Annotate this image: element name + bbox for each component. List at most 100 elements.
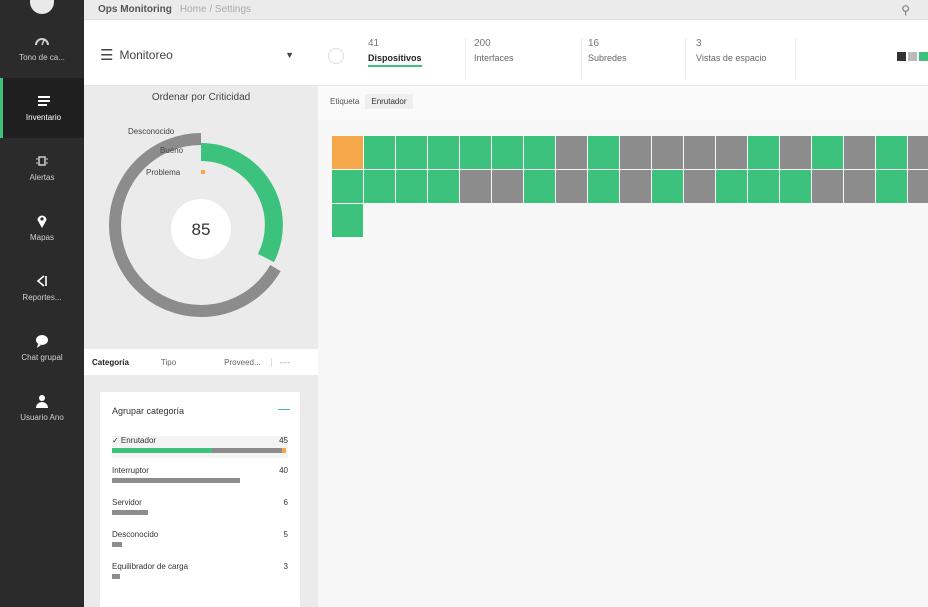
- category-row-load-balancer[interactable]: Equilibrador de carga 3: [112, 562, 288, 584]
- sidebar-item-dashboard[interactable]: Tono de ca...: [0, 18, 84, 78]
- device-tile[interactable]: [812, 170, 843, 203]
- search-icon[interactable]: ⚲: [901, 3, 910, 17]
- device-tile[interactable]: [652, 136, 683, 169]
- tab-type[interactable]: Tipo: [153, 358, 176, 367]
- legend-good: Bueno: [160, 146, 184, 155]
- legend-unknown: Desconocido: [128, 127, 175, 136]
- device-tile[interactable]: [556, 136, 587, 169]
- device-tile[interactable]: [620, 170, 651, 203]
- category-header: Agrupar categoría: [112, 406, 185, 416]
- view-toggle: [897, 52, 928, 61]
- category-label: ✓ Enrutador: [112, 436, 157, 445]
- device-tile[interactable]: [844, 136, 875, 169]
- category-row-unknown[interactable]: Desconocido 5: [112, 530, 288, 552]
- category-row-router[interactable]: ✓ Enrutador 45: [112, 436, 288, 458]
- device-tile[interactable]: [556, 170, 587, 203]
- sidebar-item-reports[interactable]: Reportes...: [0, 258, 84, 318]
- sidebar-item-label: Tono de ca...: [19, 53, 65, 62]
- share-icon: [36, 275, 47, 287]
- stat-space-views[interactable]: 3 Vistas de espacio: [696, 38, 796, 78]
- sidebar-item-maps[interactable]: Mapas: [0, 198, 84, 258]
- device-tile[interactable]: [492, 170, 523, 203]
- device-tile[interactable]: [780, 170, 811, 203]
- device-tile[interactable]: [716, 170, 747, 203]
- device-tile[interactable]: [716, 136, 747, 169]
- device-tile[interactable]: [684, 170, 715, 203]
- sidebar-item-label: Mapas: [29, 233, 54, 242]
- list-view-icon[interactable]: [897, 52, 906, 61]
- header: ☰ Monitoreo ▼ 41 Dispositivos 200 Interf…: [84, 20, 928, 86]
- device-tile[interactable]: [876, 170, 907, 203]
- hamburger-icon[interactable]: ☰: [100, 46, 113, 64]
- device-tile[interactable]: [332, 170, 363, 203]
- device-tile[interactable]: [588, 136, 619, 169]
- back-button[interactable]: [328, 48, 344, 64]
- tile-view-icon[interactable]: [919, 52, 928, 61]
- breadcrumb[interactable]: Ops Monitoring: [98, 4, 172, 15]
- sidebar-item-alerts[interactable]: Alertas: [0, 138, 84, 198]
- device-tile[interactable]: [748, 170, 779, 203]
- grid-view-icon[interactable]: [908, 52, 917, 61]
- category-bar-problem: [282, 448, 286, 453]
- tab-provider[interactable]: Proveed...: [216, 358, 260, 367]
- device-tile[interactable]: [812, 136, 843, 169]
- category-bar-good: [112, 448, 212, 453]
- device-tile[interactable]: [460, 170, 491, 203]
- device-tile[interactable]: [332, 136, 363, 169]
- monitor-dropdown[interactable]: ☰ Monitoreo ▼: [100, 44, 306, 66]
- device-tile[interactable]: [652, 170, 683, 203]
- sidebar-item-user[interactable]: Usuario Ano: [0, 378, 84, 438]
- device-tile-grid: [318, 120, 928, 607]
- device-tile[interactable]: [428, 136, 459, 169]
- device-tile[interactable]: [396, 170, 427, 203]
- sidebar-item-label: Alertas: [29, 173, 55, 182]
- stat-label: Subredes: [588, 53, 627, 63]
- device-tile[interactable]: [492, 136, 523, 169]
- device-tile[interactable]: [428, 170, 459, 203]
- filter-label: Etiqueta: [330, 97, 360, 106]
- filter-chip[interactable]: Enrutador: [365, 94, 413, 109]
- criticality-donut[interactable]: 85: [106, 118, 296, 333]
- device-tile[interactable]: [876, 136, 907, 169]
- device-tile[interactable]: [748, 136, 779, 169]
- device-tile[interactable]: [332, 204, 363, 237]
- device-tile[interactable]: [396, 136, 427, 169]
- device-tile[interactable]: [780, 136, 811, 169]
- stat-interfaces[interactable]: 200 Interfaces: [474, 38, 582, 78]
- sidebar-item-label: Inventario: [25, 113, 62, 122]
- sidebar-item-inventory[interactable]: Inventario: [0, 78, 84, 138]
- device-tile[interactable]: [524, 170, 555, 203]
- sidebar-item-chat[interactable]: Chat grupal: [0, 318, 84, 378]
- stat-subnets[interactable]: 16 Subredes: [588, 38, 686, 78]
- category-label: Desconocido: [112, 530, 159, 539]
- device-tile[interactable]: [364, 170, 395, 203]
- category-label: Interruptor: [112, 466, 149, 475]
- device-tile[interactable]: [908, 136, 928, 169]
- collapse-icon[interactable]: [278, 409, 290, 410]
- device-tile[interactable]: [588, 170, 619, 203]
- category-row-switch[interactable]: Interruptor 40: [112, 466, 288, 488]
- breadcrumb-secondary[interactable]: Home / Settings: [180, 4, 251, 15]
- stat-number: 200: [474, 38, 491, 49]
- sidebar: Tono de ca... Inventario Alertas Mapas R…: [0, 0, 84, 607]
- device-tile[interactable]: [844, 170, 875, 203]
- category-row-server[interactable]: Servidor 6: [112, 498, 288, 520]
- category-card: Agrupar categoría ✓ Enrutador 45 Interru…: [100, 392, 300, 607]
- device-tile[interactable]: [908, 170, 928, 203]
- category-bar-unknown: [112, 510, 148, 515]
- tab-category[interactable]: Categoría: [84, 358, 129, 367]
- app-logo[interactable]: [30, 0, 54, 14]
- tab-more[interactable]: ----: [270, 357, 290, 367]
- device-tile[interactable]: [684, 136, 715, 169]
- device-tile[interactable]: [460, 136, 491, 169]
- sidebar-item-label: Chat grupal: [21, 353, 63, 362]
- device-tile[interactable]: [364, 136, 395, 169]
- stat-number: 41: [368, 38, 380, 49]
- inventory-icon: [37, 96, 50, 106]
- device-tile[interactable]: [620, 136, 651, 169]
- stat-devices[interactable]: 41 Dispositivos: [368, 38, 466, 78]
- stat-label: Vistas de espacio: [696, 53, 767, 63]
- device-tile[interactable]: [524, 136, 555, 169]
- map-pin-icon: [37, 215, 47, 228]
- dashboard-icon: [35, 38, 49, 46]
